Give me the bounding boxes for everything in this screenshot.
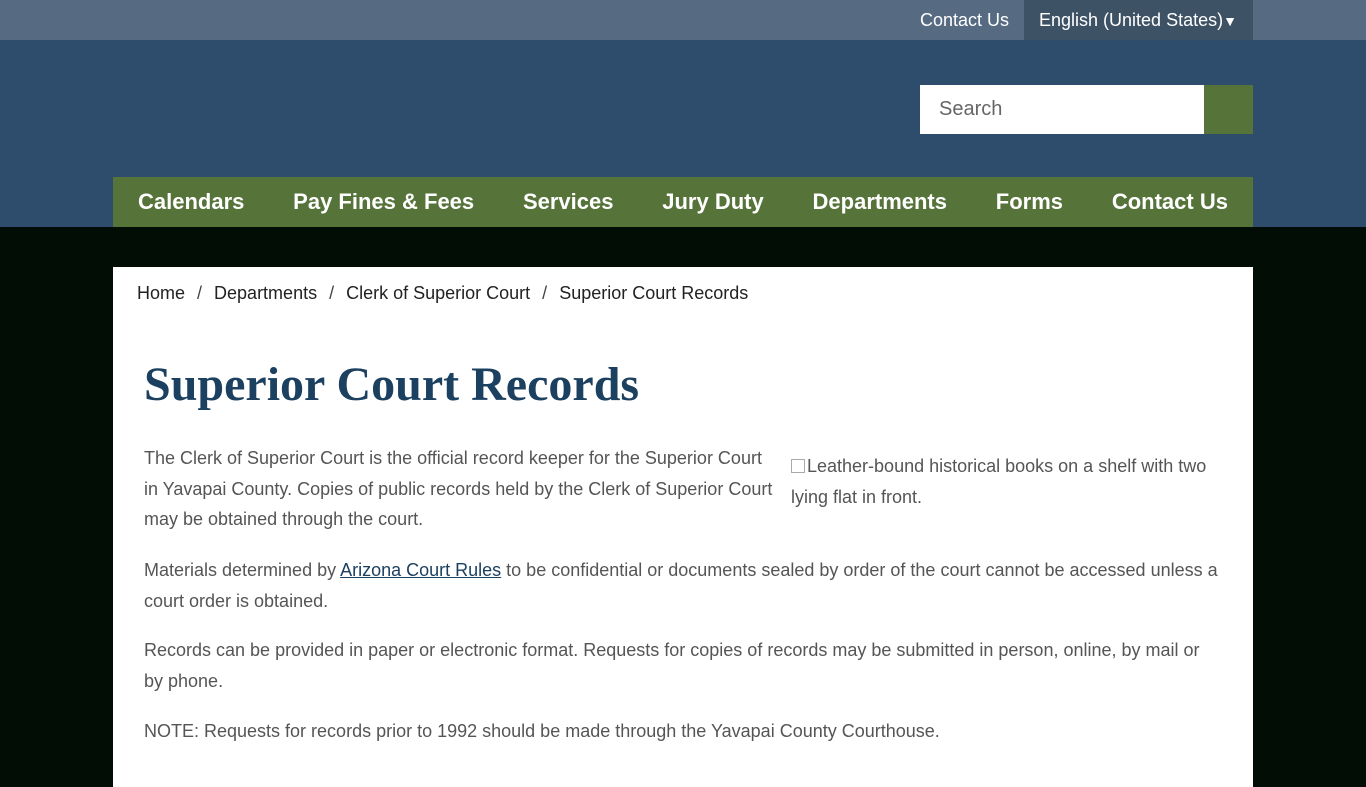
nav-item-contact-us[interactable]: Contact Us (1112, 177, 1228, 227)
language-label: English (United States) (1039, 10, 1224, 30)
site-header: Calendars Pay Fines & Fees Services Jury… (0, 40, 1366, 227)
main-content: Home / Departments / Clerk of Superior Court… (113, 267, 1253, 787)
arizona-court-rules-link[interactable]: Arizona Court Rules (340, 560, 501, 580)
books-image: Leather-bound historical books on a shel… (791, 451, 1231, 512)
breadcrumb-clerk-of-superior-court[interactable]: Clerk of Superior Court (346, 283, 530, 303)
search-form (920, 85, 1253, 134)
breadcrumb-separator: / (197, 283, 203, 303)
paragraph-text: Materials determined by (144, 560, 341, 580)
nav-item-forms[interactable]: Forms (996, 177, 1063, 227)
breadcrumb-current: Superior Court Records (559, 283, 749, 303)
breadcrumb: Home / Departments / Clerk of Superior Court… (137, 283, 748, 304)
broken-image-icon (791, 459, 805, 473)
nav-item-departments[interactable]: Departments (813, 177, 947, 227)
nav-item-services[interactable]: Services (523, 177, 614, 227)
breadcrumb-separator: / (542, 283, 548, 303)
search-input[interactable] (920, 85, 1204, 134)
caret-down-icon: ▼ (1223, 13, 1237, 29)
image-alt-text: Leather-bound historical books on a shel… (791, 456, 1207, 507)
breadcrumb-separator: / (329, 283, 335, 303)
breadcrumb-departments[interactable]: Departments (214, 283, 317, 303)
nav-item-pay-fines-fees[interactable]: Pay Fines & Fees (293, 177, 474, 227)
note-paragraph: NOTE: Requests for records prior to 1992… (144, 721, 940, 741)
nav-item-calendars[interactable]: Calendars (138, 177, 244, 227)
intro-paragraph: The Clerk of Superior Court is the offic… (144, 448, 773, 529)
language-select[interactable]: English (United States)▼ (1024, 0, 1253, 40)
format-paragraph: Records can be provided in paper or elec… (144, 640, 1200, 691)
page-title: Superior Court Records (144, 358, 640, 411)
confidential-paragraph: Materials determined by Arizona Court Ru… (144, 555, 1229, 616)
utility-contact-link[interactable]: Contact Us (905, 0, 1024, 40)
main-nav: Calendars Pay Fines & Fees Services Jury… (113, 177, 1253, 227)
breadcrumb-home[interactable]: Home (137, 283, 185, 303)
utility-bar: Contact Us English (United States)▼ (0, 0, 1366, 40)
search-button[interactable] (1204, 85, 1253, 134)
nav-item-jury-duty[interactable]: Jury Duty (662, 177, 763, 227)
